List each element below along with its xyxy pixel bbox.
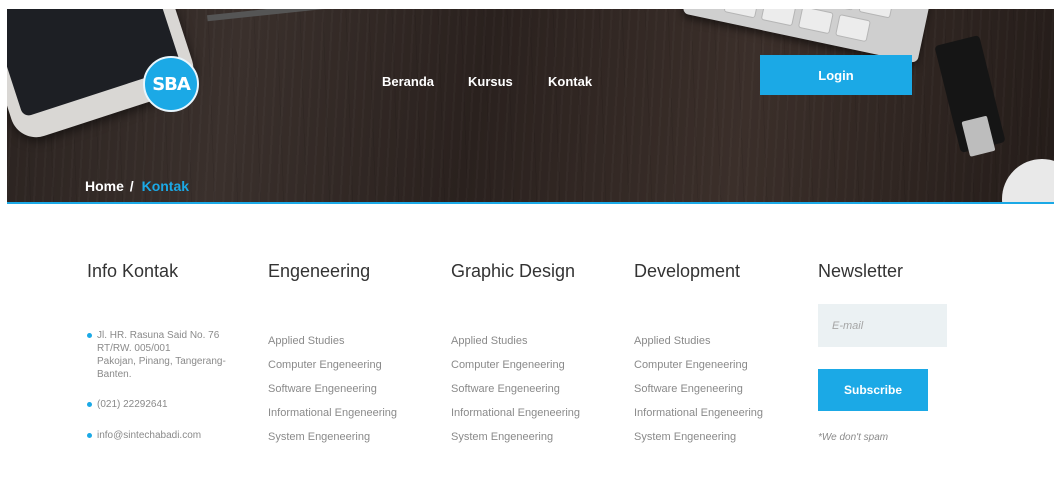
address-line: RT/RW. 005/001	[97, 343, 171, 354]
link-list: Applied Studies Computer Engeneering Sof…	[634, 329, 763, 449]
address-line: Banten.	[97, 369, 132, 380]
subscribe-button-label: Subscribe	[843, 383, 903, 397]
contact-email: info@sintechabadi.com	[87, 429, 252, 442]
breadcrumb-home-link[interactable]: Home	[85, 178, 124, 194]
address-line: Pakojan, Pinang, Tangerang-	[97, 356, 226, 367]
footer-link[interactable]: Computer Engeneering	[634, 353, 763, 377]
nav-item-beranda[interactable]: Beranda	[382, 74, 434, 89]
hero-divider	[7, 202, 1054, 204]
column-title: Development	[634, 261, 741, 281]
contact-address: Jl. HR. Rasuna Said No. 76 RT/RW. 005/00…	[87, 329, 252, 381]
contact-info-list: Jl. HR. Rasuna Said No. 76 RT/RW. 005/00…	[87, 329, 252, 442]
bullet-icon	[87, 433, 92, 438]
column-title: Info Kontak	[87, 261, 179, 281]
footer-link[interactable]: Computer Engeneering	[451, 353, 580, 377]
logo-text: SBA	[152, 73, 191, 95]
footer-link[interactable]: Applied Studies	[451, 329, 580, 353]
login-button[interactable]: Login	[760, 55, 912, 95]
footer-link[interactable]: Informational Engeneering	[451, 401, 580, 425]
footer-link[interactable]: System Engeneering	[451, 425, 580, 449]
footer-link[interactable]: Software Engeneering	[634, 377, 763, 401]
email-address[interactable]: info@sintechabadi.com	[97, 429, 252, 442]
breadcrumb: Home / Kontak	[85, 178, 189, 194]
login-button-label: Login	[818, 67, 854, 83]
footer-link[interactable]: System Engeneering	[268, 425, 397, 449]
footer-column-info-kontak: Info Kontak Jl. HR. Rasuna Said No. 76 R…	[87, 261, 226, 441]
footer-link[interactable]: Software Engeneering	[451, 377, 580, 401]
subscribe-button[interactable]: Subscribe	[818, 369, 928, 411]
breadcrumb-separator: /	[129, 178, 134, 194]
contact-phone: (021) 22292641	[87, 398, 252, 411]
bullet-icon	[87, 402, 92, 407]
breadcrumb-current: Kontak	[141, 178, 190, 194]
bullet-icon	[87, 333, 92, 338]
column-title: Graphic Design	[451, 261, 576, 281]
nav-item-kontak[interactable]: Kontak	[548, 74, 592, 89]
footer-link[interactable]: Informational Engeneering	[634, 401, 763, 425]
link-list: Applied Studies Computer Engeneering Sof…	[451, 329, 580, 449]
column-title: Engeneering	[268, 261, 371, 281]
footer-column-newsletter: Newsletter	[818, 261, 903, 282]
footer-link[interactable]: Software Engeneering	[268, 377, 397, 401]
phone-number: (021) 22292641	[97, 399, 168, 410]
address-line: Jl. HR. Rasuna Said No. 76	[97, 330, 220, 341]
decorative-pen	[207, 9, 327, 22]
no-spam-note: *We don't spam	[818, 432, 889, 443]
footer-link[interactable]: Applied Studies	[634, 329, 763, 353]
sba-logo[interactable]: SBA	[143, 56, 199, 112]
footer-link[interactable]: Computer Engeneering	[268, 353, 397, 377]
footer-column-engeneering: Engeneering Applied Studies Computer Eng…	[268, 261, 397, 443]
newsletter-email-input[interactable]	[818, 304, 947, 347]
footer-link[interactable]: Applied Studies	[268, 329, 397, 353]
column-title: Newsletter	[818, 261, 904, 281]
decorative-mouse-image	[1002, 159, 1054, 203]
nav-item-kursus[interactable]: Kursus	[468, 74, 513, 89]
footer-column-development: Development Applied Studies Computer Eng…	[634, 261, 763, 443]
decorative-usb-drive-image	[934, 35, 1006, 157]
footer-link[interactable]: Informational Engeneering	[268, 401, 397, 425]
link-list: Applied Studies Computer Engeneering Sof…	[268, 329, 397, 449]
footer-link[interactable]: System Engeneering	[634, 425, 763, 449]
footer-column-graphic-design: Graphic Design Applied Studies Computer …	[451, 261, 580, 443]
